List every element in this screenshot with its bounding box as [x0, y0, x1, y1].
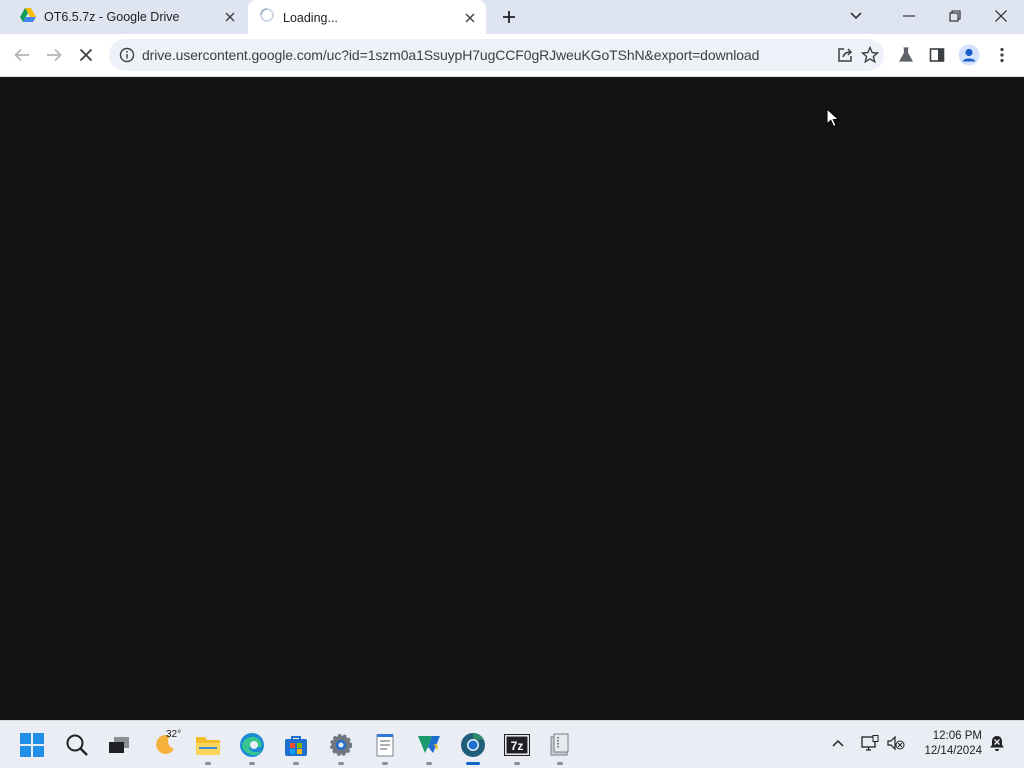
clock-date: 12/14/2024 [924, 745, 982, 757]
side-panel-button[interactable] [924, 42, 950, 68]
google-drive-icon [20, 7, 36, 27]
share-icon[interactable] [836, 46, 854, 69]
running-indicator [514, 762, 520, 765]
code-editor-icon [418, 736, 440, 753]
windows-logo-icon [20, 733, 44, 757]
chrome-browser-icon [461, 732, 485, 757]
tab-strip: OT6.5.7z - Google Drive Loading... [0, 0, 1024, 35]
edge-browser-icon [240, 733, 264, 757]
running-indicator [338, 762, 344, 765]
forward-button[interactable] [41, 42, 67, 68]
stop-x-icon [79, 48, 93, 62]
tab-search-button[interactable] [833, 0, 879, 32]
loading-spinner-icon [259, 7, 275, 28]
labs-button[interactable] [893, 42, 919, 68]
display-tray-icon[interactable] [858, 731, 882, 755]
chevron-down-icon [850, 12, 862, 20]
running-indicator [426, 762, 432, 765]
speaker-muted-icon [887, 735, 905, 751]
menu-button[interactable] [989, 42, 1015, 68]
clock[interactable]: 12:06 PM 12/14/2024 [912, 729, 982, 759]
forward-arrow-icon [47, 48, 62, 62]
start-button[interactable] [15, 728, 49, 762]
minimize-button[interactable] [886, 0, 932, 32]
archive-button[interactable] [543, 728, 577, 765]
stop-loading-button[interactable] [73, 42, 99, 68]
taskbar: 32° 7z 12:06 PM 12/14/2024 [0, 720, 1024, 768]
new-tab-button[interactable] [498, 6, 520, 28]
7zip-button[interactable]: 7z [500, 728, 534, 765]
minimize-icon [903, 15, 915, 17]
restore-button[interactable] [932, 0, 978, 32]
site-info-icon[interactable] [119, 47, 135, 68]
search-icon [66, 734, 88, 756]
temperature-label: 32° [166, 729, 182, 740]
bookmark-star-icon[interactable] [860, 45, 880, 69]
gear-icon [330, 734, 352, 756]
close-window-button[interactable] [978, 0, 1024, 32]
notification-bell-icon [990, 736, 1004, 751]
tab-loading[interactable]: Loading... [248, 0, 486, 35]
clock-time: 12:06 PM [932, 730, 982, 742]
back-arrow-icon [14, 48, 29, 62]
back-button[interactable] [9, 42, 35, 68]
volume-tray-icon[interactable] [884, 731, 908, 755]
7zip-icon: 7z [504, 734, 530, 756]
task-view-icon [109, 737, 129, 753]
archive-box-icon [550, 733, 569, 756]
avatar-icon [958, 44, 980, 66]
folder-icon [196, 737, 220, 755]
settings-button[interactable] [324, 728, 358, 765]
mouse-cursor-icon [826, 107, 840, 133]
chrome-button[interactable] [456, 728, 490, 765]
show-hidden-icons-button[interactable] [826, 731, 850, 755]
store-button[interactable] [279, 728, 313, 765]
close-icon [995, 10, 1007, 22]
page-content [0, 77, 1024, 720]
running-indicator [205, 762, 211, 765]
side-panel-icon [929, 48, 945, 62]
flask-icon [898, 47, 914, 62]
plus-icon [503, 11, 515, 23]
running-indicator [249, 762, 255, 765]
close-tab-icon[interactable] [220, 7, 240, 27]
url-text: drive.usercontent.google.com/uc?id=1szm0… [142, 47, 760, 63]
search-button[interactable] [60, 728, 94, 762]
store-bag-icon [285, 736, 307, 756]
active-indicator [466, 762, 480, 765]
profile-button[interactable] [956, 42, 982, 68]
notifications-button[interactable] [985, 731, 1009, 755]
close-tab-icon[interactable] [460, 8, 480, 28]
vscode-button[interactable] [412, 728, 446, 765]
tab-title: Loading... [283, 10, 338, 25]
tab-google-drive[interactable]: OT6.5.7z - Google Drive [10, 0, 246, 34]
notepad-button[interactable] [368, 728, 402, 765]
address-bar[interactable]: drive.usercontent.google.com/uc?id=1szm0… [109, 39, 884, 71]
task-view-button[interactable] [102, 728, 136, 762]
tab-title: OT6.5.7z - Google Drive [44, 10, 180, 24]
restore-icon [949, 10, 961, 22]
svg-text:7z: 7z [511, 739, 524, 753]
notepad-icon [376, 734, 394, 757]
file-explorer-button[interactable] [191, 728, 225, 765]
kebab-menu-icon [1000, 47, 1004, 63]
edge-button[interactable] [235, 728, 269, 765]
running-indicator [382, 762, 388, 765]
monitor-icon [861, 735, 879, 751]
chevron-up-icon [832, 739, 844, 747]
running-indicator [557, 762, 563, 765]
running-indicator [293, 762, 299, 765]
browser-toolbar: drive.usercontent.google.com/uc?id=1szm0… [0, 34, 1024, 77]
